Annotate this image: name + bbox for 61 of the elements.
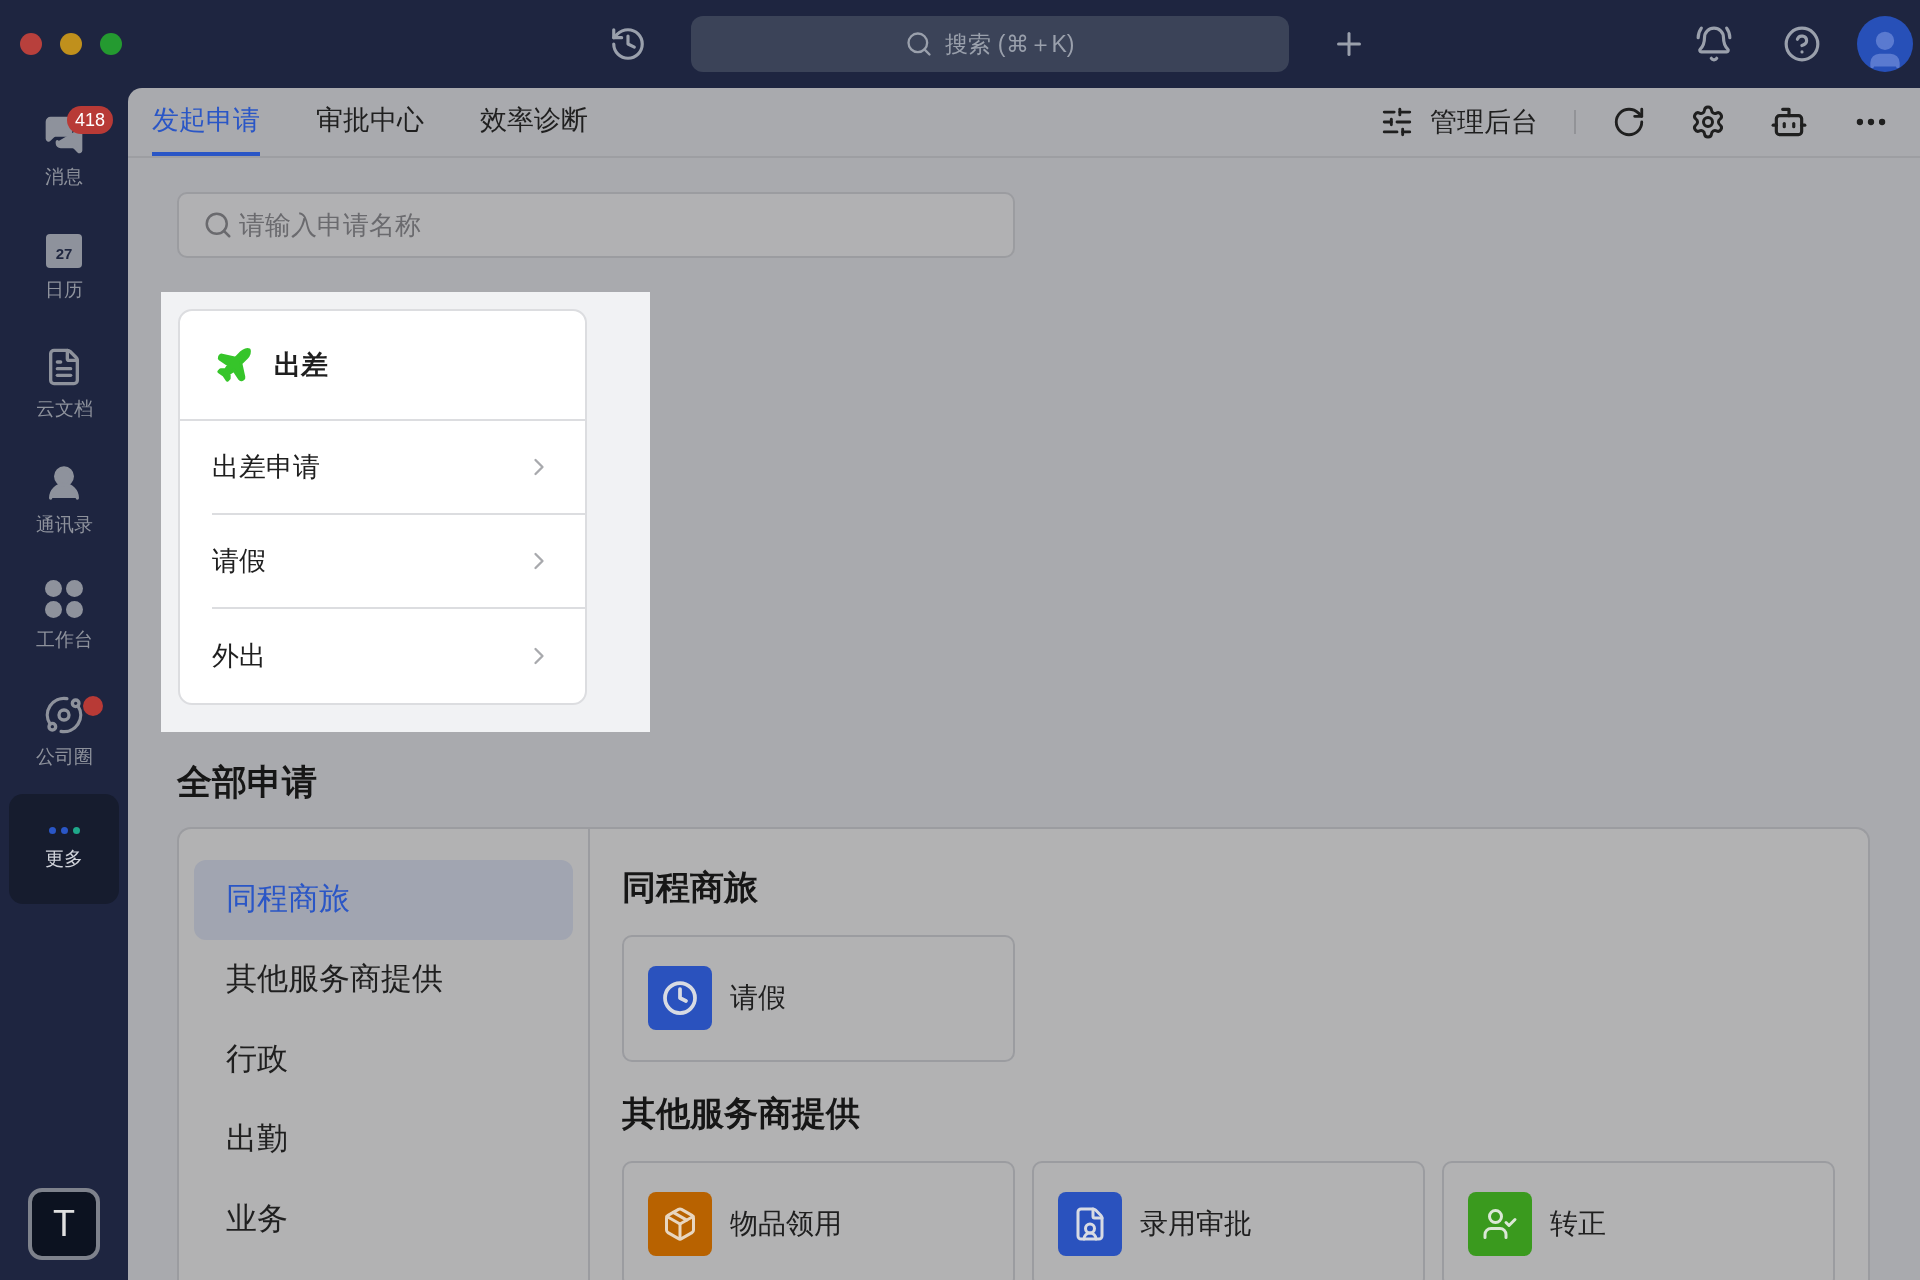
box-icon bbox=[648, 1192, 712, 1256]
history-icon[interactable] bbox=[609, 25, 647, 63]
menu-item[interactable]: 请假 bbox=[212, 515, 585, 609]
app-name: 转正 bbox=[1550, 1207, 1606, 1241]
sidebar-item[interactable]: 更多 bbox=[9, 794, 119, 904]
sidebar-label: 公司圈 bbox=[35, 744, 93, 769]
menu-item[interactable]: 出差申请 bbox=[212, 421, 585, 515]
user-check-icon bbox=[1468, 1192, 1532, 1256]
sidebar-item[interactable]: 27 日历 bbox=[9, 214, 119, 324]
section-heading: 全部申请 bbox=[177, 761, 318, 803]
app-name: 请假 bbox=[730, 981, 786, 1015]
notification-icon[interactable] bbox=[1695, 25, 1733, 63]
plane-icon bbox=[214, 345, 254, 385]
sidebar-label: 云文档 bbox=[35, 396, 93, 421]
category-item[interactable]: 出勤 bbox=[194, 1099, 573, 1180]
help-icon[interactable] bbox=[1783, 25, 1821, 63]
settings-icon[interactable] bbox=[1690, 104, 1726, 140]
category-item[interactable]: 业务 bbox=[194, 1179, 573, 1260]
app-name: 物品领用 bbox=[730, 1207, 842, 1241]
app-card[interactable]: 请假 bbox=[622, 934, 1015, 1062]
tab[interactable]: 审批中心 bbox=[316, 88, 424, 156]
avatar[interactable] bbox=[1857, 16, 1913, 72]
sidebar-item[interactable]: 消息 418 bbox=[9, 98, 119, 208]
category-heading: 同程商旅 bbox=[622, 866, 759, 908]
calendar-icon: 27 bbox=[46, 233, 82, 268]
sidebar-item[interactable]: 工作台 bbox=[9, 562, 119, 672]
search-field[interactable]: 搜索 (⌘＋K) bbox=[691, 16, 1289, 72]
admin-button[interactable]: 管理后台 bbox=[1380, 88, 1538, 156]
planet-icon bbox=[44, 694, 84, 735]
form-icon bbox=[1058, 1192, 1122, 1256]
category-item[interactable]: 行政 bbox=[194, 1019, 573, 1100]
sidebar-item[interactable]: 云文档 bbox=[9, 330, 119, 440]
sidebar-label: 消息 bbox=[45, 164, 83, 189]
unread-badge: 418 bbox=[67, 106, 114, 134]
sidebar-label: 工作台 bbox=[35, 627, 93, 652]
refresh-icon[interactable] bbox=[1612, 105, 1646, 139]
app-name: 录用审批 bbox=[1140, 1207, 1252, 1241]
sliders-icon bbox=[1380, 105, 1414, 139]
sidebar-item[interactable]: 通讯录 bbox=[9, 446, 119, 556]
search-icon bbox=[905, 30, 934, 58]
grid-icon bbox=[45, 579, 83, 618]
card-title: 出差 bbox=[274, 348, 328, 382]
category-item[interactable]: 其他服务商提供 bbox=[194, 939, 573, 1020]
maximize-button[interactable] bbox=[100, 33, 122, 55]
close-button[interactable] bbox=[20, 33, 42, 55]
search-placeholder: 搜索 (⌘＋K) bbox=[945, 29, 1075, 59]
menu-item[interactable]: 外出 bbox=[212, 609, 585, 703]
app-card[interactable]: 物品领用 bbox=[622, 1160, 1015, 1280]
workspace-avatar[interactable]: T bbox=[28, 1188, 100, 1260]
sidebar-item[interactable]: 公司圈 bbox=[9, 678, 119, 788]
category-heading: 其他服务商提供 bbox=[622, 1092, 861, 1134]
search-icon bbox=[203, 210, 233, 240]
app-card[interactable]: 转正 bbox=[1442, 1160, 1835, 1280]
app-card[interactable]: 录用审批 bbox=[1032, 1160, 1425, 1280]
sidebar-label: 更多 bbox=[45, 847, 83, 872]
sidebar-label: 日历 bbox=[45, 277, 83, 302]
minimize-button[interactable] bbox=[60, 33, 82, 55]
tab[interactable]: 效率诊断 bbox=[480, 88, 588, 156]
clock-icon bbox=[648, 966, 712, 1030]
sidebar-label: 通讯录 bbox=[35, 512, 93, 537]
search-placeholder: 请输入申请名称 bbox=[239, 208, 421, 242]
